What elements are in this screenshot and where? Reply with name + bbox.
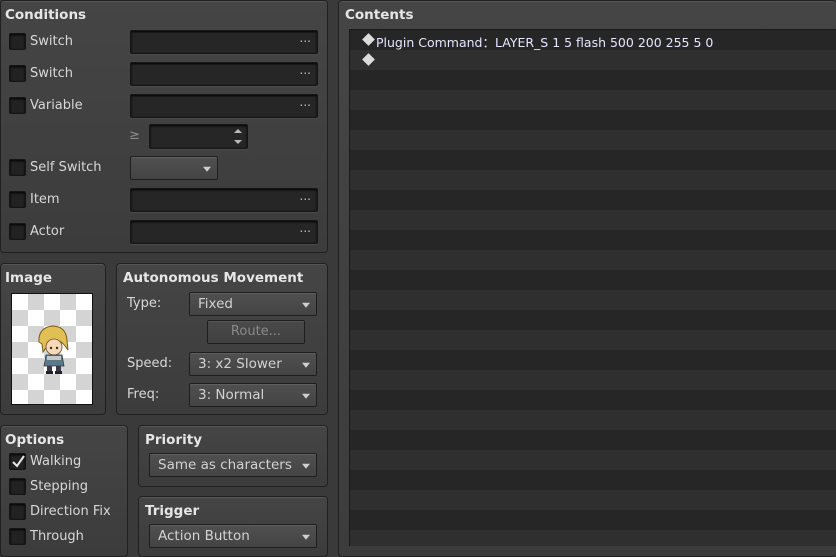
switch2-label: Switch <box>30 66 73 81</box>
item-ellipsis-icon[interactable]: ··· <box>300 192 311 206</box>
switch1-field[interactable]: ··· <box>130 30 318 54</box>
gte-symbol: ≥ <box>129 128 140 143</box>
freq-label: Freq: <box>127 387 160 402</box>
switch1-label: Switch <box>30 34 73 49</box>
variable-field[interactable]: ··· <box>130 94 318 118</box>
speed-dropdown[interactable]: 3: x2 Slower <box>189 352 317 376</box>
through-label: Through <box>30 529 84 544</box>
item-label: Item <box>30 192 60 207</box>
event-command-list[interactable]: Plugin Command：LAYER_S 1 5 flash 500 200… <box>349 29 836 546</box>
chevron-down-icon <box>302 534 310 540</box>
chevron-down-icon <box>302 302 310 308</box>
options-panel: Options Walking Stepping Direction Fix T… <box>0 425 128 557</box>
event-image-preview[interactable] <box>11 293 93 405</box>
actor-field[interactable]: ··· <box>130 220 318 244</box>
type-dropdown[interactable]: Fixed <box>189 292 317 316</box>
priority-panel: Priority Same as characters <box>138 425 328 487</box>
trigger-title: Trigger <box>145 503 200 519</box>
spin-up-icon[interactable] <box>234 129 242 133</box>
stepping-label: Stepping <box>30 479 88 494</box>
chevron-down-icon <box>203 166 211 172</box>
command-text: Plugin Command：LAYER_S 1 5 flash 500 200… <box>376 35 714 50</box>
conditions-title: Conditions <box>5 7 87 23</box>
priority-value: Same as characters <box>158 457 292 473</box>
freq-dropdown[interactable]: 3: Normal <box>189 383 317 407</box>
direction-fix-checkbox[interactable] <box>9 503 26 520</box>
direction-fix-label: Direction Fix <box>30 504 111 519</box>
actor-label: Actor <box>30 224 65 239</box>
character-sprite-icon <box>38 325 69 374</box>
through-checkbox[interactable] <box>9 528 26 545</box>
checkmark-icon <box>12 455 25 468</box>
actor-ellipsis-icon[interactable]: ··· <box>300 224 311 238</box>
variable-ellipsis-icon[interactable]: ··· <box>300 98 311 112</box>
variable-checkbox[interactable] <box>9 97 26 114</box>
stepping-checkbox[interactable] <box>9 478 26 495</box>
type-value: Fixed <box>198 296 233 312</box>
options-title: Options <box>5 432 65 448</box>
trigger-value: Action Button <box>158 528 250 544</box>
trigger-dropdown[interactable]: Action Button <box>149 524 317 548</box>
walking-label: Walking <box>30 454 82 469</box>
route-button-label: Route... <box>230 324 282 339</box>
priority-title: Priority <box>145 432 202 448</box>
item-checkbox[interactable] <box>9 191 26 208</box>
item-field[interactable]: ··· <box>130 188 318 212</box>
switch1-checkbox[interactable] <box>9 33 26 50</box>
trigger-panel: Trigger Action Button <box>138 496 328 557</box>
actor-checkbox[interactable] <box>9 223 26 240</box>
diamond-icon <box>362 53 375 66</box>
walking-checkbox[interactable] <box>9 453 26 470</box>
image-title: Image <box>5 270 53 286</box>
chevron-down-icon <box>302 393 310 399</box>
switch1-ellipsis-icon[interactable]: ··· <box>300 34 311 48</box>
movement-title: Autonomous Movement <box>123 270 304 286</box>
priority-dropdown[interactable]: Same as characters <box>149 453 317 477</box>
contents-panel: Contents Plugin Command：LAYER_S 1 5 flas… <box>338 0 836 557</box>
speed-label: Speed: <box>127 356 173 371</box>
spin-down-icon[interactable] <box>234 140 242 144</box>
command-row[interactable]: Plugin Command：LAYER_S 1 5 flash 500 200… <box>350 30 836 50</box>
self-switch-checkbox[interactable] <box>9 159 26 176</box>
route-button[interactable]: Route... <box>207 320 305 344</box>
switch2-field[interactable]: ··· <box>130 62 318 86</box>
speed-value: 3: x2 Slower <box>198 356 282 372</box>
contents-title: Contents <box>345 7 414 23</box>
switch2-ellipsis-icon[interactable]: ··· <box>300 66 311 80</box>
self-switch-label: Self Switch <box>30 160 102 175</box>
command-row[interactable] <box>350 50 836 70</box>
variable-label: Variable <box>30 98 83 113</box>
diamond-icon <box>362 33 375 46</box>
autonomous-movement-panel: Autonomous Movement Type: Fixed Route...… <box>116 263 328 415</box>
switch2-checkbox[interactable] <box>9 65 26 82</box>
variable-value-spinner[interactable] <box>149 124 248 149</box>
freq-value: 3: Normal <box>198 387 265 403</box>
type-label: Type: <box>127 296 162 311</box>
chevron-down-icon <box>302 463 310 469</box>
chevron-down-icon <box>302 362 310 368</box>
conditions-panel: Conditions Switch ··· Switch ··· Variabl… <box>0 0 328 253</box>
self-switch-dropdown[interactable] <box>130 156 218 180</box>
